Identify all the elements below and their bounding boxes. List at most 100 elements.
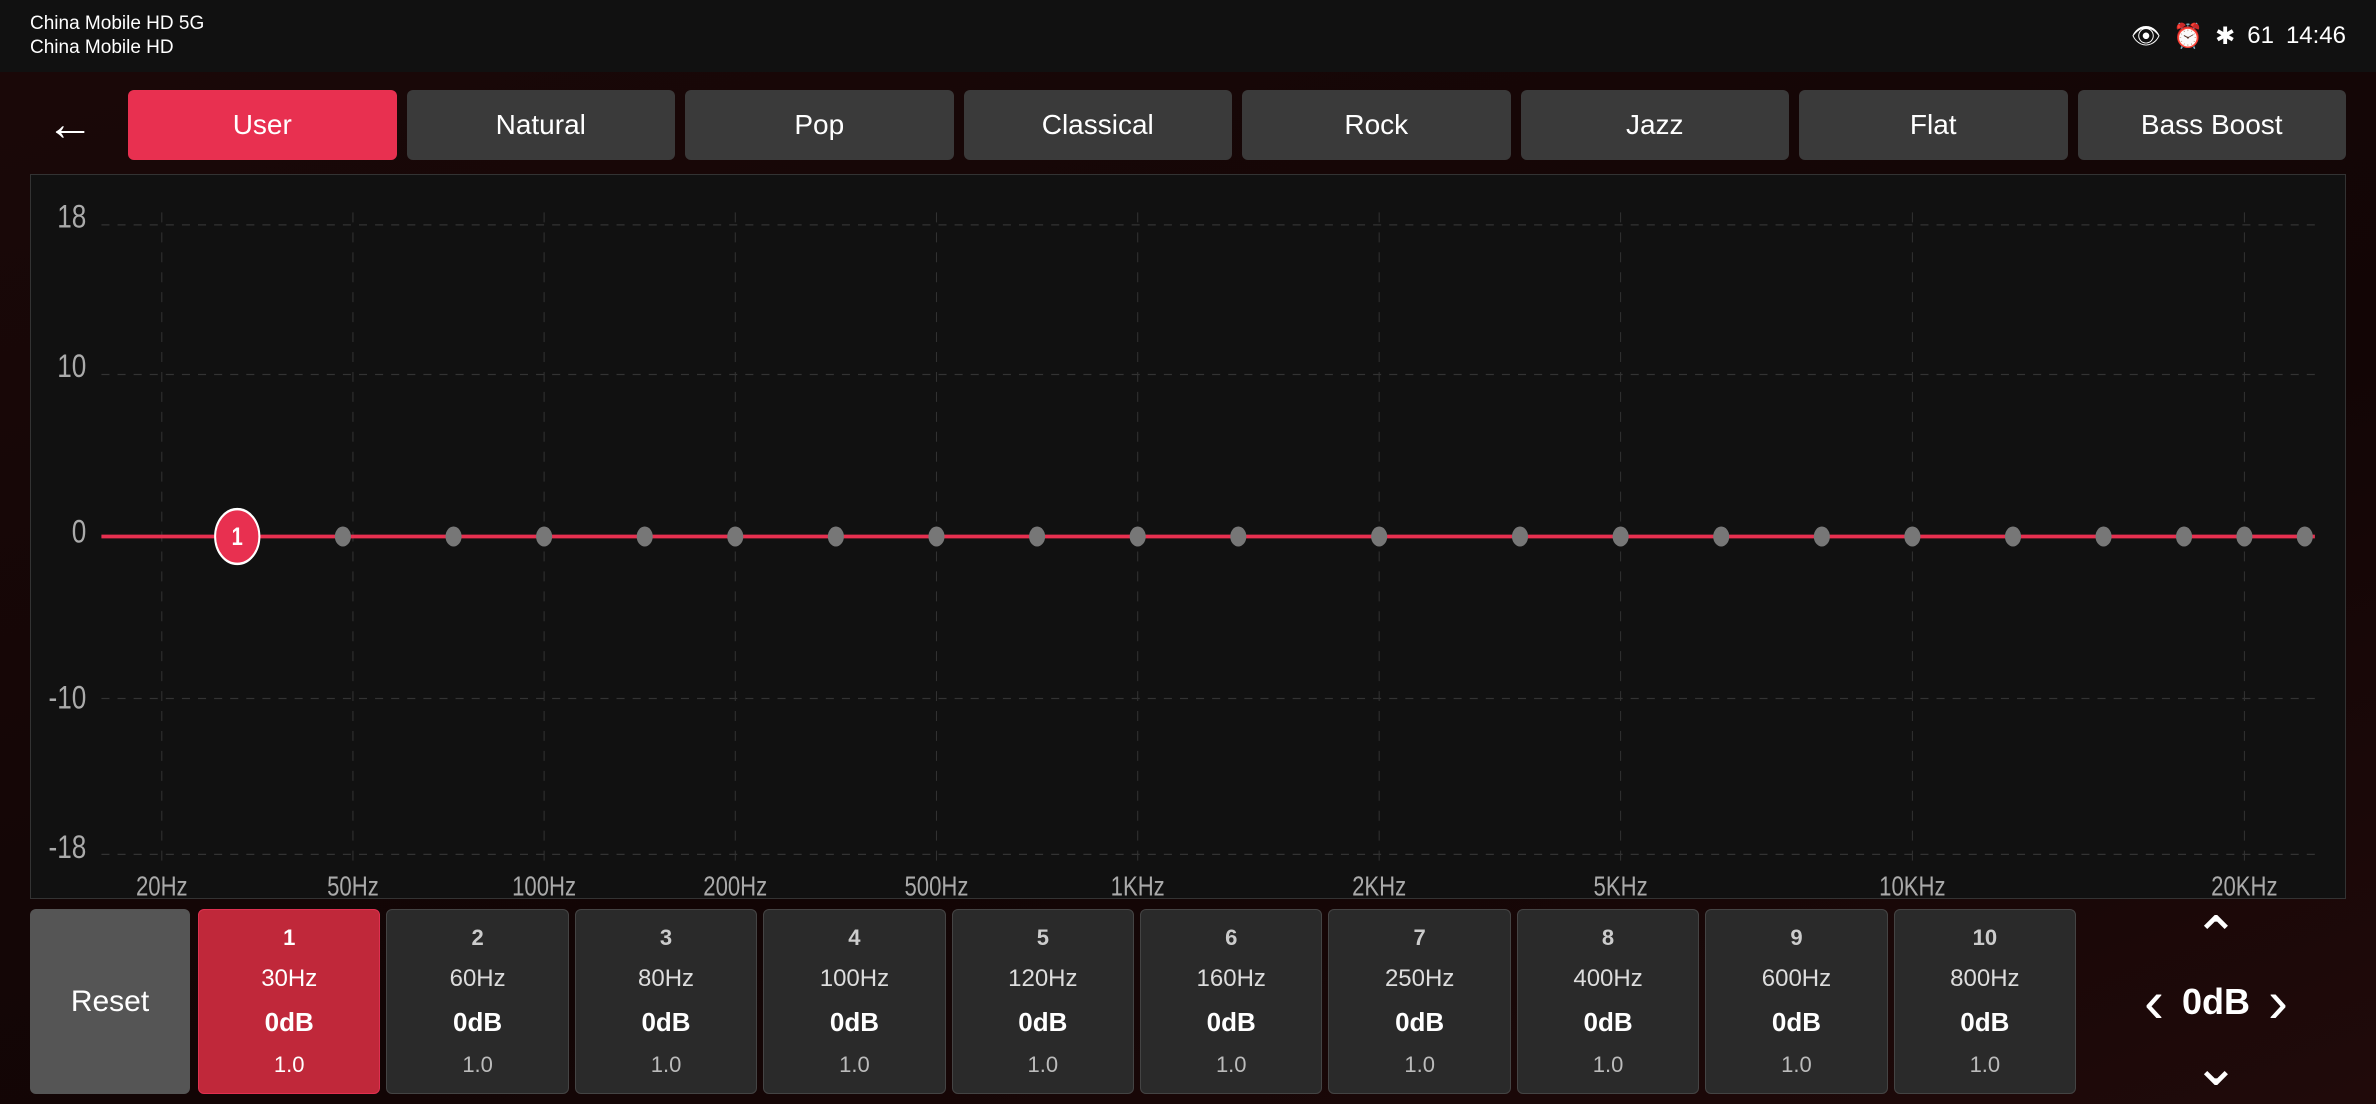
nav-value-row: ‹ 0dB › bbox=[2144, 972, 2288, 1032]
left-arrow-button[interactable]: ‹ bbox=[2144, 972, 2164, 1032]
band-q-9: 1.0 bbox=[1781, 1052, 1812, 1078]
band-q-5: 1.0 bbox=[1028, 1052, 1059, 1078]
band-freq-4: 100Hz bbox=[820, 965, 889, 993]
band-freq-3: 80Hz bbox=[638, 965, 694, 993]
band-cell-3[interactable]: 3 80Hz 0dB 1.0 bbox=[575, 909, 757, 1094]
band-q-1: 1.0 bbox=[274, 1052, 305, 1078]
band-num-10: 10 bbox=[1973, 925, 1997, 951]
alarm-icon: ⏰ bbox=[2173, 22, 2203, 51]
preset-tabs: UserNaturalPopClassicalRockJazzFlatBass … bbox=[128, 90, 2346, 160]
up-arrow-button[interactable]: ⌃ bbox=[2193, 909, 2240, 965]
band-num-6: 6 bbox=[1225, 925, 1237, 951]
svg-text:1KHz: 1KHz bbox=[1111, 871, 1165, 898]
band-freq-2: 60Hz bbox=[450, 965, 506, 993]
svg-text:18: 18 bbox=[57, 199, 86, 235]
band-num-9: 9 bbox=[1790, 925, 1802, 951]
svg-text:100Hz: 100Hz bbox=[512, 871, 576, 898]
carrier1-label: China Mobile HD 5G bbox=[30, 13, 204, 35]
band-q-3: 1.0 bbox=[651, 1052, 682, 1078]
preset-tab-jazz[interactable]: Jazz bbox=[1521, 90, 1790, 160]
band-num-5: 5 bbox=[1037, 925, 1049, 951]
eq-chart[interactable]: 18 10 0 -10 -18 bbox=[30, 174, 2346, 899]
svg-text:0: 0 bbox=[72, 514, 87, 550]
band-num-3: 3 bbox=[660, 925, 672, 951]
eye-icon: 👁 bbox=[2131, 22, 2161, 51]
svg-text:1: 1 bbox=[232, 522, 243, 551]
band-q-10: 1.0 bbox=[1970, 1052, 2001, 1078]
preset-tab-classical[interactable]: Classical bbox=[964, 90, 1233, 160]
band-freq-5: 120Hz bbox=[1008, 965, 1077, 993]
band-q-2: 1.0 bbox=[462, 1052, 493, 1078]
status-right: 👁 ⏰ ✱ 61 14:46 bbox=[2131, 22, 2346, 51]
band-db-6: 0dB bbox=[1207, 1007, 1256, 1038]
preset-tab-pop[interactable]: Pop bbox=[685, 90, 954, 160]
svg-text:2KHz: 2KHz bbox=[1352, 871, 1406, 898]
band-db-1: 0dB bbox=[265, 1007, 314, 1038]
band-db-8: 0dB bbox=[1583, 1007, 1632, 1038]
down-arrow-button[interactable]: ⌄ bbox=[2193, 1038, 2240, 1094]
svg-text:10: 10 bbox=[57, 348, 86, 384]
band-freq-6: 160Hz bbox=[1197, 965, 1266, 993]
band-cell-4[interactable]: 4 100Hz 0dB 1.0 bbox=[763, 909, 945, 1094]
time-label: 14:46 bbox=[2286, 22, 2346, 50]
svg-text:5KHz: 5KHz bbox=[1594, 871, 1648, 898]
svg-text:-10: -10 bbox=[49, 680, 87, 716]
carrier-info: China Mobile HD 5G China Mobile HD bbox=[30, 13, 204, 59]
right-arrow-button[interactable]: › bbox=[2268, 972, 2288, 1032]
bluetooth-icon: ✱ bbox=[2215, 22, 2235, 51]
band-num-8: 8 bbox=[1602, 925, 1614, 951]
band-cell-1[interactable]: 1 30Hz 0dB 1.0 bbox=[198, 909, 380, 1094]
band-num-1: 1 bbox=[283, 925, 295, 951]
band-db-9: 0dB bbox=[1772, 1007, 1821, 1038]
band-freq-8: 400Hz bbox=[1573, 965, 1642, 993]
reset-button[interactable]: Reset bbox=[30, 909, 190, 1094]
band-db-2: 0dB bbox=[453, 1007, 502, 1038]
band-freq-7: 250Hz bbox=[1385, 965, 1454, 993]
preset-tab-natural[interactable]: Natural bbox=[407, 90, 676, 160]
preset-tab-bassboost[interactable]: Bass Boost bbox=[2078, 90, 2347, 160]
preset-tab-rock[interactable]: Rock bbox=[1242, 90, 1511, 160]
band-q-8: 1.0 bbox=[1593, 1052, 1624, 1078]
back-button[interactable]: ← bbox=[30, 90, 110, 160]
band-freq-1: 30Hz bbox=[261, 965, 317, 993]
carrier2-label: China Mobile HD bbox=[30, 37, 204, 59]
svg-text:-18: -18 bbox=[49, 829, 87, 865]
svg-text:500Hz: 500Hz bbox=[905, 871, 969, 898]
preset-tab-user[interactable]: User bbox=[128, 90, 397, 160]
bottom-controls: Reset 130Hz0dB1.0260Hz0dB1.0380Hz0dB1.04… bbox=[30, 909, 2346, 1094]
svg-text:20Hz: 20Hz bbox=[136, 871, 188, 898]
main-content: ← UserNaturalPopClassicalRockJazzFlatBas… bbox=[0, 72, 2376, 1104]
current-value-display: 0dB bbox=[2182, 981, 2250, 1023]
band-num-2: 2 bbox=[471, 925, 483, 951]
svg-text:50Hz: 50Hz bbox=[327, 871, 379, 898]
svg-text:200Hz: 200Hz bbox=[703, 871, 767, 898]
right-nav: ⌃ ‹ 0dB › ⌄ bbox=[2086, 909, 2346, 1094]
band-cell-7[interactable]: 7 250Hz 0dB 1.0 bbox=[1328, 909, 1510, 1094]
eq-chart-svg: 18 10 0 -10 -18 bbox=[31, 175, 2345, 898]
top-bar: ← UserNaturalPopClassicalRockJazzFlatBas… bbox=[30, 90, 2346, 160]
band-db-3: 0dB bbox=[641, 1007, 690, 1038]
band-cell-2[interactable]: 2 60Hz 0dB 1.0 bbox=[386, 909, 568, 1094]
preset-tab-flat[interactable]: Flat bbox=[1799, 90, 2068, 160]
band-freq-10: 800Hz bbox=[1950, 965, 2019, 993]
svg-text:10KHz: 10KHz bbox=[1879, 871, 1945, 898]
band-q-7: 1.0 bbox=[1404, 1052, 1435, 1078]
battery-label: 61 bbox=[2247, 22, 2274, 50]
band-cell-5[interactable]: 5 120Hz 0dB 1.0 bbox=[952, 909, 1134, 1094]
band-db-7: 0dB bbox=[1395, 1007, 1444, 1038]
band-cell-10[interactable]: 10 800Hz 0dB 1.0 bbox=[1894, 909, 2076, 1094]
band-db-4: 0dB bbox=[830, 1007, 879, 1038]
band-cell-6[interactable]: 6 160Hz 0dB 1.0 bbox=[1140, 909, 1322, 1094]
band-db-10: 0dB bbox=[1960, 1007, 2009, 1038]
band-db-5: 0dB bbox=[1018, 1007, 1067, 1038]
band-num-7: 7 bbox=[1414, 925, 1426, 951]
band-num-4: 4 bbox=[848, 925, 860, 951]
band-q-6: 1.0 bbox=[1216, 1052, 1247, 1078]
back-arrow-icon: ← bbox=[46, 101, 94, 149]
band-q-4: 1.0 bbox=[839, 1052, 870, 1078]
band-cell-9[interactable]: 9600Hz0dB1.0 bbox=[1705, 909, 1887, 1094]
svg-text:20KHz: 20KHz bbox=[2211, 871, 2277, 898]
band-list: 1 30Hz 0dB 1.0 2 60Hz 0dB 1.0 3 80Hz 0dB 1.0 4 100Hz 0… bbox=[198, 909, 2076, 1094]
band-cell-8[interactable]: 8 400Hz 0dB 1.0 bbox=[1517, 909, 1699, 1094]
status-bar: China Mobile HD 5G China Mobile HD 👁 ⏰ ✱… bbox=[0, 0, 2376, 72]
